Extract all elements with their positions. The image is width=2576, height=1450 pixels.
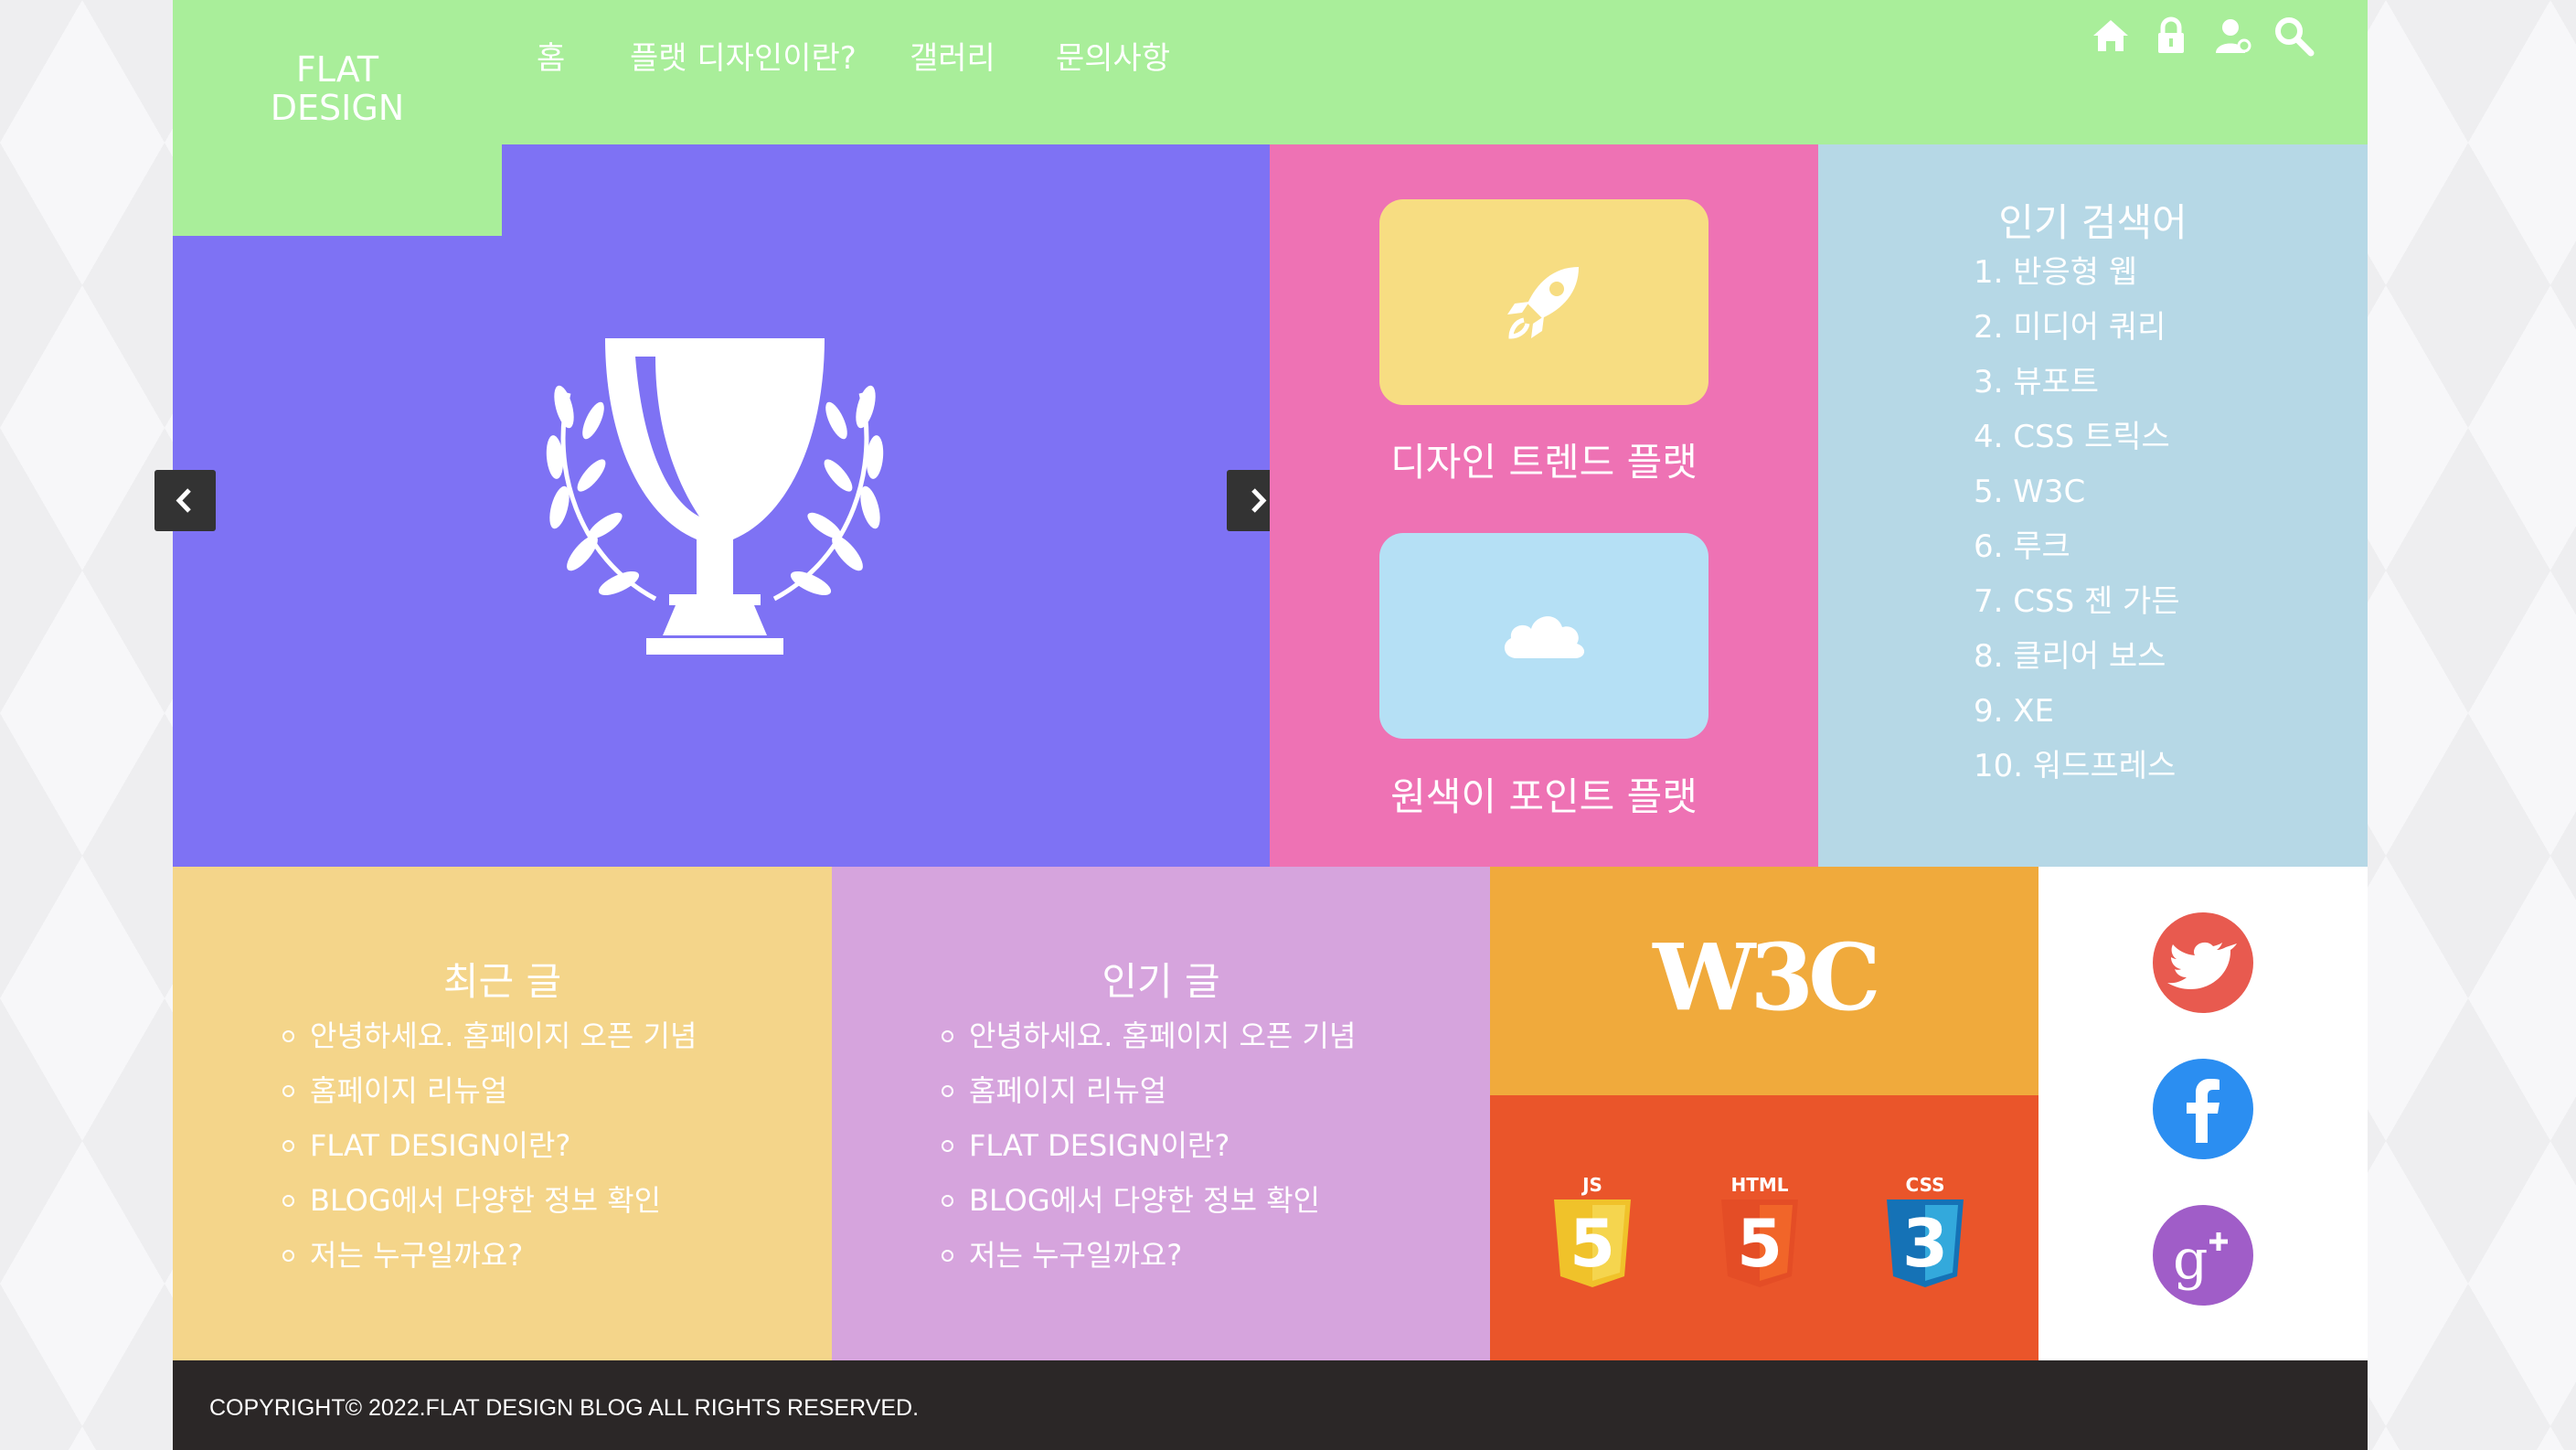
feature-label-trend: 디자인 트렌드 플랫: [1390, 440, 1698, 485]
badge-label: CSS: [1905, 1174, 1945, 1196]
list-item[interactable]: 안녕하세요. 홈페이지 오픈 기념: [282, 1008, 697, 1063]
bullet-icon: [282, 1085, 294, 1097]
google-plus-icon: g: [2173, 1228, 2228, 1292]
post-link[interactable]: 저는 누구일까요?: [969, 1238, 1182, 1273]
bullet-icon: [282, 1250, 294, 1262]
logo[interactable]: FLAT DESIGN: [173, 50, 502, 127]
popular-search-list: 1. 반응형 웹 2. 미디어 쿼리 3. 뷰포트 4. CSS 트릭스 5. …: [1974, 245, 2180, 794]
header-bar: [173, 0, 2368, 144]
chevron-right-icon: [1251, 488, 1267, 513]
w3c-logo: W3C: [1653, 923, 1880, 1031]
feature-tile-color[interactable]: [1379, 533, 1708, 739]
w3c-panel: W3C: [1490, 867, 2038, 1095]
popular-posts-list: 안녕하세요. 홈페이지 오픈 기념 홈페이지 리뉴얼 FLAT DESIGN이란…: [942, 1008, 1356, 1283]
chevron-left-icon: [176, 488, 191, 513]
post-link[interactable]: BLOG에서 다양한 정보 확인: [310, 1183, 661, 1218]
nav-contact[interactable]: 문의사항: [1056, 33, 1170, 78]
list-item[interactable]: 저는 누구일까요?: [942, 1228, 1356, 1283]
twitter-icon: [2167, 942, 2237, 990]
bullet-icon: [942, 1085, 953, 1097]
badge-label: HTML: [1730, 1174, 1789, 1196]
web-standards-panel: JS 5 HTML 5 CSS 3: [1490, 1095, 2038, 1360]
popular-posts-title: 인기 글: [1102, 959, 1220, 1004]
search-keyword[interactable]: 2. 미디어 쿼리: [1974, 300, 2180, 355]
logo-block: [173, 144, 502, 236]
list-item[interactable]: 홈페이지 리뉴얼: [942, 1063, 1356, 1118]
twitter-button[interactable]: [2153, 912, 2253, 1013]
copyright-text: COPYRIGHT© 2022.FLAT DESIGN BLOG ALL RIG…: [209, 1395, 920, 1421]
google-plus-button[interactable]: g: [2153, 1205, 2253, 1306]
cloud-icon: [1504, 616, 1585, 658]
lock-icon[interactable]: [2150, 15, 2192, 57]
slider-left-fill: [173, 236, 502, 867]
slider-prev-button[interactable]: [154, 470, 216, 531]
post-link[interactable]: FLAT DESIGN이란?: [310, 1128, 570, 1163]
badge-number: 5: [1736, 1205, 1783, 1282]
html5-badge: HTML 5: [1714, 1174, 1805, 1289]
post-link[interactable]: FLAT DESIGN이란?: [969, 1128, 1229, 1163]
post-link[interactable]: 안녕하세요. 홈페이지 오픈 기념: [310, 1018, 697, 1053]
search-keyword[interactable]: 9. XE: [1974, 684, 2180, 739]
search-keyword[interactable]: 3. 뷰포트: [1974, 355, 2180, 410]
search-keyword[interactable]: 6. 루크: [1974, 519, 2180, 574]
list-item[interactable]: 저는 누구일까요?: [282, 1228, 697, 1283]
feature-label-color: 원색이 포인트 플랫: [1390, 774, 1698, 819]
list-item[interactable]: BLOG에서 다양한 정보 확인: [942, 1173, 1356, 1228]
post-link[interactable]: 저는 누구일까요?: [310, 1238, 523, 1273]
recent-posts-panel: 최근 글 안녕하세요. 홈페이지 오픈 기념 홈페이지 리뉴얼 FLAT DES…: [173, 867, 832, 1360]
bullet-icon: [282, 1140, 294, 1152]
nav-home[interactable]: 홈: [537, 33, 565, 78]
facebook-icon: [2187, 1079, 2219, 1143]
logo-line2: DESIGN: [270, 88, 405, 128]
js5-badge: JS 5: [1547, 1174, 1638, 1289]
search-icon[interactable]: [2273, 15, 2315, 57]
facebook-button[interactable]: [2153, 1059, 2253, 1159]
post-link[interactable]: 홈페이지 리뉴얼: [969, 1073, 1166, 1108]
bullet-icon: [942, 1195, 953, 1207]
search-keyword[interactable]: 4. CSS 트릭스: [1974, 410, 2180, 464]
list-item[interactable]: BLOG에서 다양한 정보 확인: [282, 1173, 697, 1228]
social-panel: g: [2038, 867, 2368, 1360]
popular-posts-panel: 인기 글 안녕하세요. 홈페이지 오픈 기념 홈페이지 리뉴얼 FLAT DES…: [832, 867, 1490, 1360]
svg-text:g: g: [2173, 1228, 2208, 1292]
search-keyword[interactable]: 8. 클리어 보스: [1974, 629, 2180, 684]
logo-line1: FLAT: [295, 49, 379, 90]
post-link[interactable]: BLOG에서 다양한 정보 확인: [969, 1183, 1320, 1218]
search-keyword[interactable]: 5. W3C: [1974, 464, 2180, 519]
search-keyword[interactable]: 7. CSS 젠 가든: [1974, 574, 2180, 629]
popular-search-title: 인기 검색어: [1998, 200, 2187, 245]
bullet-icon: [942, 1030, 953, 1042]
recent-posts-title: 최근 글: [442, 959, 562, 1004]
home-icon[interactable]: [2090, 15, 2132, 57]
bullet-icon: [942, 1140, 953, 1152]
post-link[interactable]: 홈페이지 리뉴얼: [310, 1073, 507, 1108]
trophy-icon: [527, 320, 902, 686]
search-keyword[interactable]: 1. 반응형 웹: [1974, 245, 2180, 300]
popular-search-panel: 인기 검색어 1. 반응형 웹 2. 미디어 쿼리 3. 뷰포트 4. CSS …: [1818, 144, 2368, 867]
badge-number: 5: [1569, 1205, 1616, 1282]
list-item[interactable]: 홈페이지 리뉴얼: [282, 1063, 697, 1118]
badge-label: JS: [1582, 1174, 1602, 1196]
search-keyword[interactable]: 10. 워드프레스: [1974, 739, 2180, 794]
css3-badge: CSS 3: [1879, 1174, 1971, 1289]
post-link[interactable]: 안녕하세요. 홈페이지 오픈 기념: [969, 1018, 1356, 1053]
bullet-icon: [942, 1250, 953, 1262]
rocket-icon: [1507, 267, 1579, 339]
feature-tile-trend[interactable]: [1379, 199, 1708, 405]
footer: COPYRIGHT© 2022.FLAT DESIGN BLOG ALL RIG…: [173, 1360, 2368, 1450]
user-icon[interactable]: [2211, 15, 2253, 57]
recent-posts-list: 안녕하세요. 홈페이지 오픈 기념 홈페이지 리뉴얼 FLAT DESIGN이란…: [282, 1008, 697, 1283]
bullet-icon: [282, 1195, 294, 1207]
list-item[interactable]: 안녕하세요. 홈페이지 오픈 기념: [942, 1008, 1356, 1063]
bullet-icon: [282, 1030, 294, 1042]
nav-gallery[interactable]: 갤러리: [910, 33, 995, 78]
nav-about-flat[interactable]: 플랫 디자인이란?: [630, 33, 857, 78]
badge-number: 3: [1901, 1205, 1949, 1282]
list-item[interactable]: FLAT DESIGN이란?: [282, 1118, 697, 1173]
page-container: FLAT DESIGN 홈 플랫 디자인이란? 갤러리 문의사항 디자인 트렌드…: [154, 0, 2368, 1450]
list-item[interactable]: FLAT DESIGN이란?: [942, 1118, 1356, 1173]
